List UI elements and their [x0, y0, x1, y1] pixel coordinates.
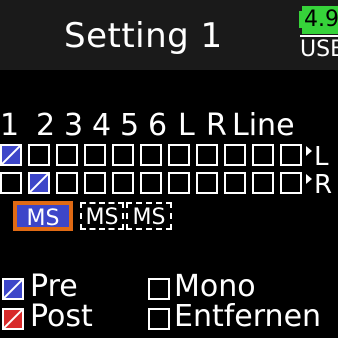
routing-checkbox-lin-r[interactable] — [168, 172, 190, 194]
routing-checkbox-lin-l[interactable] — [168, 144, 190, 166]
routing-checkbox-line-l[interactable] — [224, 144, 246, 166]
power-source-label: USB — [300, 35, 338, 63]
post-legend-icon — [2, 308, 24, 330]
routing-checkbox-line-r[interactable] — [224, 172, 246, 194]
remove-legend-icon — [148, 308, 170, 330]
column-header-line: Line — [232, 108, 295, 143]
routing-checkbox-4-l[interactable] — [84, 144, 106, 166]
routing-checkbox-5-r[interactable] — [112, 172, 134, 194]
mono-legend-icon — [148, 278, 170, 300]
output-arrow-r-icon — [306, 174, 312, 184]
column-header-1: 1 — [0, 108, 20, 143]
routing-checkbox-5-l[interactable] — [112, 144, 134, 166]
column-header-3: 3 — [64, 108, 84, 143]
routing-checkbox-2-l[interactable] — [28, 144, 50, 166]
output-label-r: R — [314, 170, 333, 200]
routing-checkbox-4-r[interactable] — [84, 172, 106, 194]
routing-checkbox-1-l[interactable] — [0, 144, 22, 166]
output-arrow-l-icon — [306, 146, 312, 156]
column-header-6: 6 — [148, 108, 168, 143]
routing-checkbox-out-l[interactable] — [280, 144, 302, 166]
page-title: Setting 1 — [64, 16, 223, 56]
routing-checkbox-extra-r[interactable] — [252, 172, 274, 194]
battery-icon: 4.9 — [299, 6, 338, 34]
column-header-l: L — [178, 108, 195, 143]
title-bar: Setting 1 4.9 USB — [0, 0, 338, 70]
routing-checkbox-rin-l[interactable] — [196, 144, 218, 166]
ms-button-2[interactable]: MS — [80, 202, 124, 230]
routing-checkbox-3-r[interactable] — [56, 172, 78, 194]
routing-checkbox-extra-l[interactable] — [252, 144, 274, 166]
routing-checkbox-6-l[interactable] — [140, 144, 162, 166]
routing-checkbox-rin-r[interactable] — [196, 172, 218, 194]
routing-checkbox-2-r[interactable] — [28, 172, 50, 194]
routing-checkbox-out-r[interactable] — [280, 172, 302, 194]
ms-button-1[interactable]: MS — [13, 201, 73, 231]
column-header-r: R — [206, 108, 227, 143]
legend-remove-label: Entfernen — [174, 299, 322, 334]
legend-post-label: Post — [30, 299, 93, 334]
battery-level: 4.9 — [302, 6, 338, 34]
column-header-5: 5 — [120, 108, 140, 143]
routing-checkbox-6-r[interactable] — [140, 172, 162, 194]
column-header-2: 2 — [36, 108, 56, 143]
ms-button-3[interactable]: MS — [126, 202, 172, 230]
column-header-4: 4 — [92, 108, 112, 143]
routing-checkbox-1-r[interactable] — [0, 172, 22, 194]
pre-legend-icon — [2, 278, 24, 300]
routing-checkbox-3-l[interactable] — [56, 144, 78, 166]
output-label-l: L — [314, 142, 329, 172]
